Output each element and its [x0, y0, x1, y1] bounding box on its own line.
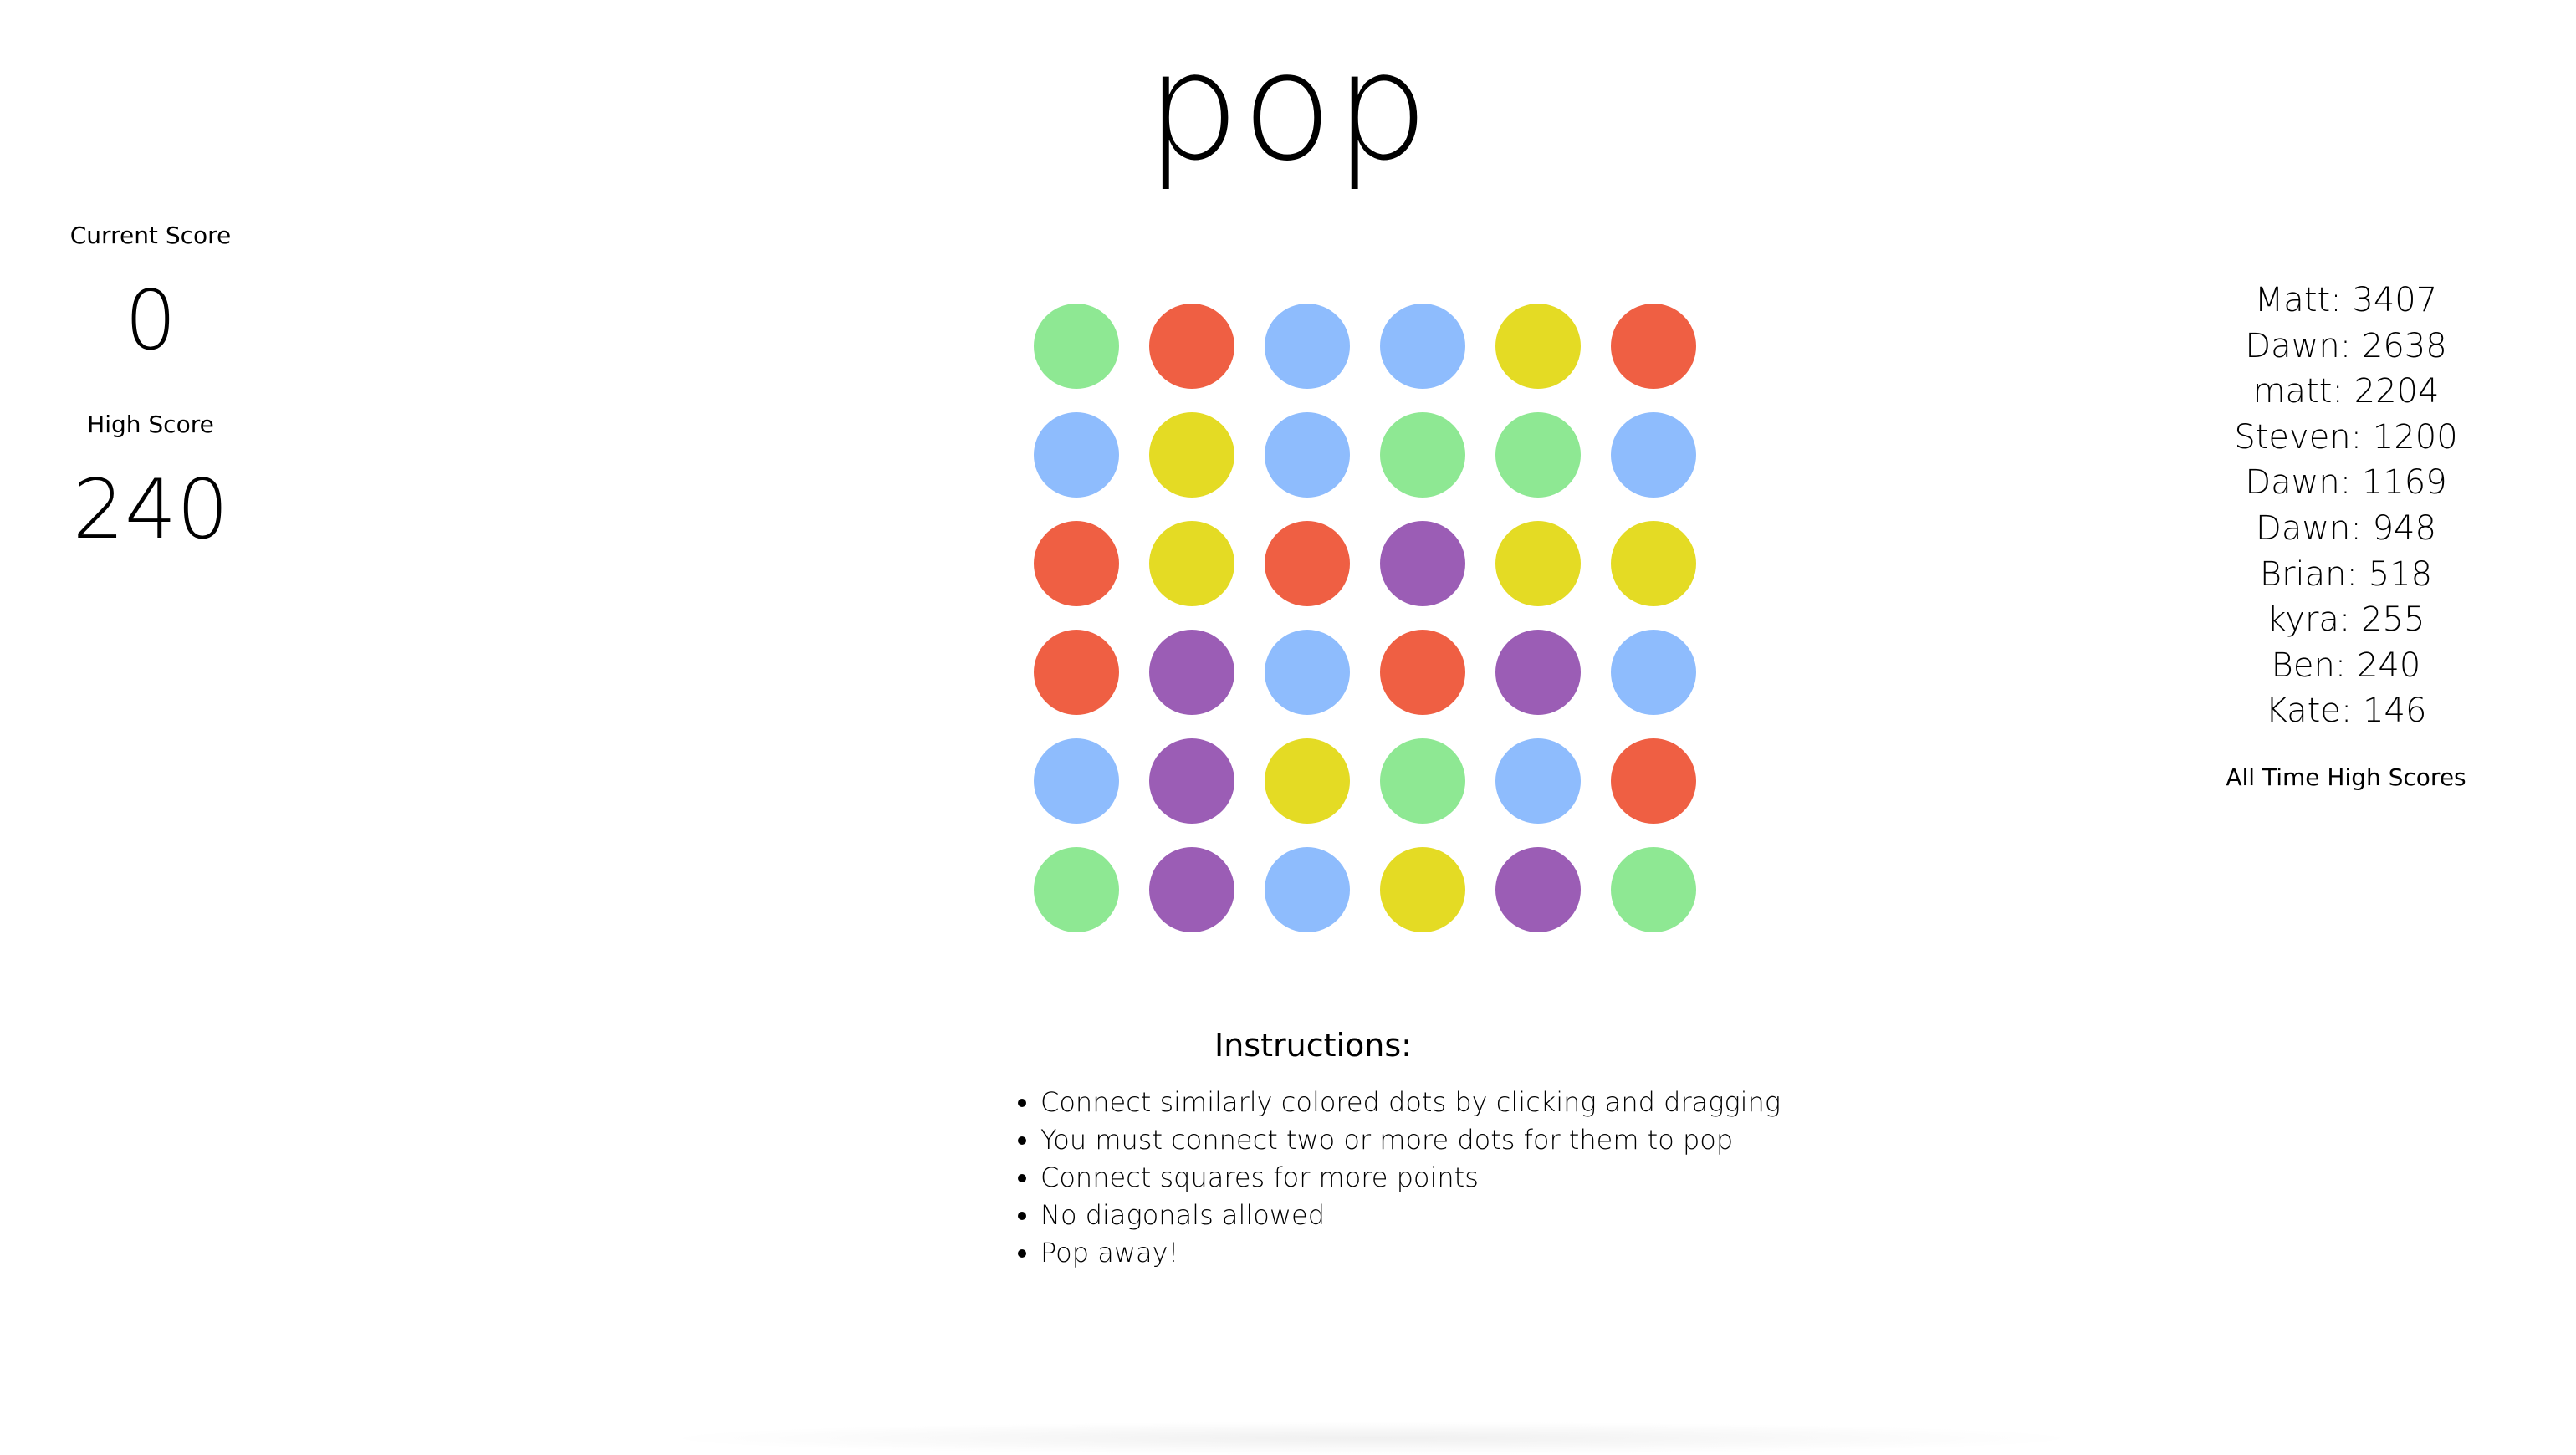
dot-red[interactable]: [1611, 304, 1696, 389]
leaderboard-entry: Dawn: 2638: [2245, 326, 2447, 365]
dot-blue[interactable]: [1611, 630, 1696, 715]
instruction-item: Connect similarly colored dots by clicki…: [1040, 1084, 1781, 1121]
dot-blue[interactable]: [1265, 630, 1350, 715]
instruction-item: Connect squares for more points: [1040, 1159, 1740, 1197]
leaderboard-caption: All Time High Scores: [2226, 763, 2466, 791]
dot-blue[interactable]: [1495, 738, 1581, 824]
game-title: pop: [1145, 20, 1431, 193]
instructions-list: Connect similarly colored dots by clicki…: [987, 1084, 1781, 1272]
current-score-label: Current Score: [69, 222, 232, 249]
footer-shadow: [652, 1422, 2091, 1455]
instructions-section: Instructions: Connect similarly colored …: [987, 1025, 1781, 1272]
leaderboard-entry: Kate: 146: [2265, 692, 2427, 731]
high-score-value: 240: [72, 462, 229, 558]
score-panel: Current Score 0 High Score 240: [33, 219, 268, 560]
dot-red[interactable]: [1034, 521, 1119, 606]
dot-blue[interactable]: [1380, 304, 1465, 389]
dot-green[interactable]: [1380, 738, 1465, 824]
leaderboard-entry: Brian: 518: [2259, 554, 2433, 594]
game-board[interactable]: [1034, 304, 1699, 932]
high-score-label: High Score: [87, 411, 214, 438]
board-row: [1034, 630, 1699, 715]
leaderboard-entry: Dawn: 1169: [2245, 463, 2447, 503]
dot-purple[interactable]: [1149, 738, 1234, 824]
dot-purple[interactable]: [1495, 847, 1581, 932]
dot-yellow[interactable]: [1495, 304, 1581, 389]
dot-blue[interactable]: [1034, 412, 1119, 498]
leaderboard-entry: Dawn: 948: [2256, 508, 2436, 548]
instructions-heading: Instructions:: [1214, 1027, 1412, 1064]
current-score-value: 0: [124, 273, 177, 369]
board-row: [1034, 738, 1699, 824]
leaderboard-entry: Matt: 3407: [2254, 281, 2438, 319]
dot-purple[interactable]: [1380, 521, 1465, 606]
leaderboard: Matt: 3407 Dawn: 2638 matt: 2204 Steven: 12…: [2225, 278, 2467, 794]
board-row: [1034, 304, 1699, 389]
board-row: [1034, 412, 1699, 498]
dot-yellow[interactable]: [1495, 521, 1581, 606]
dot-blue[interactable]: [1265, 412, 1350, 498]
instruction-item: You must connect two or more dots for th…: [1040, 1121, 1740, 1159]
dot-green[interactable]: [1611, 847, 1696, 932]
dot-red[interactable]: [1380, 630, 1465, 715]
dot-blue[interactable]: [1265, 304, 1350, 389]
dot-green[interactable]: [1034, 304, 1119, 389]
leaderboard-entry: kyra: 255: [2267, 600, 2425, 640]
dot-green[interactable]: [1034, 847, 1119, 932]
dot-blue[interactable]: [1034, 738, 1119, 824]
instruction-item: Pop away!: [1040, 1234, 1740, 1272]
dot-yellow[interactable]: [1149, 521, 1234, 606]
dot-green[interactable]: [1495, 412, 1581, 498]
dot-blue[interactable]: [1611, 412, 1696, 498]
dot-purple[interactable]: [1149, 630, 1234, 715]
dot-purple[interactable]: [1149, 847, 1234, 932]
board-row: [1034, 847, 1699, 932]
leaderboard-list: Matt: 3407 Dawn: 2638 matt: 2204 Steven: 12…: [2225, 278, 2467, 734]
dot-yellow[interactable]: [1611, 521, 1696, 606]
leaderboard-entry: matt: 2204: [2252, 372, 2440, 411]
leaderboard-entry: Ben: 240: [2271, 646, 2421, 685]
dot-yellow[interactable]: [1149, 412, 1234, 498]
dot-yellow[interactable]: [1265, 738, 1350, 824]
dot-red[interactable]: [1034, 630, 1119, 715]
dot-red[interactable]: [1149, 304, 1234, 389]
dot-purple[interactable]: [1495, 630, 1581, 715]
leaderboard-entry: Steven: 1200: [2234, 417, 2458, 457]
dot-blue[interactable]: [1265, 847, 1350, 932]
board-row: [1034, 521, 1699, 606]
dot-red[interactable]: [1611, 738, 1696, 824]
dot-green[interactable]: [1380, 412, 1465, 498]
dot-red[interactable]: [1265, 521, 1350, 606]
instruction-item: No diagonals allowed: [1040, 1197, 1740, 1234]
dot-yellow[interactable]: [1380, 847, 1465, 932]
